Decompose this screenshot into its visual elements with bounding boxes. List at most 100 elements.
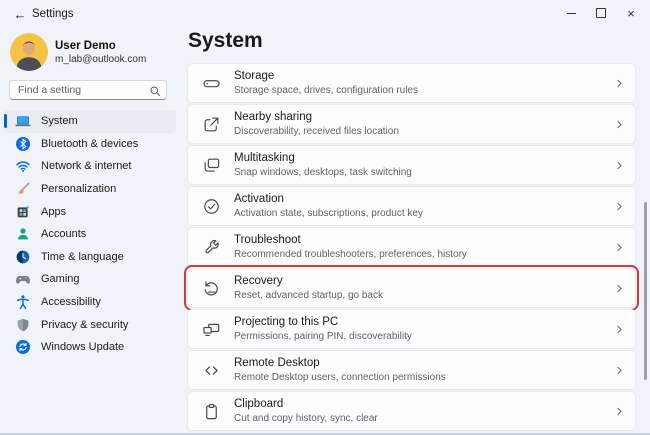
remote-desktop-icon — [201, 361, 221, 380]
settings-row-recovery[interactable]: Recovery Reset, advanced startup, go bac… — [187, 268, 636, 308]
close-button[interactable]: × — [616, 2, 646, 24]
paintbrush-icon — [14, 181, 31, 198]
settings-row-multitasking[interactable]: Multitasking Snap windows, desktops, tas… — [187, 145, 636, 185]
chevron-right-icon — [614, 242, 625, 253]
maximize-button[interactable] — [586, 2, 616, 24]
row-title: Nearby sharing — [234, 111, 399, 123]
row-subtitle: Storage space, drives, configuration rul… — [234, 85, 418, 96]
accessibility-person-icon — [14, 294, 31, 311]
window-controls: × — [556, 2, 646, 24]
row-subtitle: Activation state, subscriptions, product… — [234, 208, 423, 219]
settings-row-activation[interactable]: Activation Activation state, subscriptio… — [187, 186, 636, 226]
row-subtitle: Discoverability, received files location — [234, 126, 399, 137]
sidebar-item-label: Network & internet — [41, 160, 131, 172]
system-icon — [14, 113, 31, 130]
search-icon — [149, 84, 161, 102]
sidebar-item-label: Accessibility — [41, 296, 101, 308]
sidebar-item-label: Windows Update — [41, 341, 124, 353]
shield-icon — [14, 316, 31, 333]
projecting-screens-icon — [201, 320, 221, 339]
chevron-right-icon — [614, 406, 625, 417]
settings-row-troubleshoot[interactable]: Troubleshoot Recommended troubleshooters… — [187, 227, 636, 267]
wrench-icon — [201, 238, 221, 257]
storage-icon — [201, 74, 221, 93]
row-title: Remote Desktop — [234, 357, 446, 369]
settings-row-remote-desktop[interactable]: Remote Desktop Remote Desktop users, con… — [187, 350, 636, 390]
sidebar-item-label: Gaming — [41, 273, 80, 285]
wifi-icon — [14, 158, 31, 175]
search-input[interactable] — [9, 80, 167, 100]
sidebar-nav: System Bluetooth & devices Network & int… — [4, 110, 176, 359]
sidebar-item-label: Personalization — [41, 183, 116, 195]
scrollbar-thumb[interactable] — [644, 202, 647, 380]
sidebar-item-label: Time & language — [41, 251, 124, 263]
avatar[interactable] — [10, 33, 48, 71]
sidebar-item-personalization[interactable]: Personalization — [4, 178, 176, 201]
sidebar-item-time-language[interactable]: Time & language — [4, 246, 176, 269]
row-subtitle: Remote Desktop users, connection permiss… — [234, 372, 446, 383]
chevron-right-icon — [614, 160, 625, 171]
row-subtitle: Cut and copy history, sync, clear — [234, 413, 378, 424]
chevron-right-icon — [614, 119, 625, 130]
sidebar-item-apps[interactable]: Apps — [4, 200, 176, 223]
row-title: Activation — [234, 193, 423, 205]
row-subtitle: Recommended troubleshooters, preferences… — [234, 249, 467, 260]
multitasking-icon — [201, 156, 221, 175]
row-title: Storage — [234, 70, 418, 82]
clock-globe-icon — [14, 248, 31, 265]
sidebar-item-bluetooth-devices[interactable]: Bluetooth & devices — [4, 133, 176, 156]
clipboard-icon — [201, 402, 221, 421]
titlebar: ← Settings × — [0, 0, 650, 28]
back-button[interactable]: ← — [10, 5, 30, 23]
chevron-right-icon — [614, 283, 625, 294]
sidebar-item-gaming[interactable]: Gaming — [4, 268, 176, 291]
update-arrows-icon — [14, 339, 31, 356]
chevron-right-icon — [614, 201, 625, 212]
selection-indicator — [4, 114, 7, 128]
row-subtitle: Snap windows, desktops, task switching — [234, 167, 412, 178]
sidebar-item-privacy-security[interactable]: Privacy & security — [4, 313, 176, 336]
maximize-icon — [596, 8, 606, 18]
activation-icon — [201, 197, 221, 216]
row-title: Recovery — [234, 275, 383, 287]
search-box — [9, 80, 167, 100]
sidebar-item-accounts[interactable]: Accounts — [4, 223, 176, 246]
settings-row-storage[interactable]: Storage Storage space, drives, configura… — [187, 63, 636, 103]
sidebar-item-network-internet[interactable]: Network & internet — [4, 155, 176, 178]
close-icon: × — [627, 7, 635, 20]
sidebar-item-system[interactable]: System — [4, 110, 176, 133]
person-icon — [14, 226, 31, 243]
chevron-right-icon — [614, 78, 625, 89]
row-subtitle: Reset, advanced startup, go back — [234, 290, 383, 301]
sidebar-item-label: Bluetooth & devices — [41, 138, 138, 150]
page-title: System — [188, 29, 263, 53]
chevron-right-icon — [614, 324, 625, 335]
sidebar-item-label: Apps — [41, 206, 66, 218]
settings-list: Storage Storage space, drives, configura… — [187, 63, 636, 432]
settings-window: ← Settings × User Demo m_lab@outlook.com — [0, 0, 650, 435]
user-email: m_lab@outlook.com — [55, 54, 146, 65]
recovery-reset-icon — [201, 279, 221, 298]
chevron-right-icon — [614, 365, 625, 376]
sidebar-item-label: Accounts — [41, 228, 86, 240]
window-title: Settings — [32, 8, 74, 20]
nearby-sharing-icon — [201, 115, 221, 134]
sidebar-item-label: System — [41, 115, 78, 127]
settings-row-clipboard[interactable]: Clipboard Cut and copy history, sync, cl… — [187, 391, 636, 431]
game-controller-icon — [14, 271, 31, 288]
row-title: Troubleshoot — [234, 234, 467, 246]
minimize-icon — [567, 13, 576, 14]
settings-row-nearby-sharing[interactable]: Nearby sharing Discoverability, received… — [187, 104, 636, 144]
sidebar-item-accessibility[interactable]: Accessibility — [4, 291, 176, 314]
row-title: Clipboard — [234, 398, 378, 410]
bluetooth-icon — [14, 135, 31, 152]
user-name: User Demo — [55, 40, 116, 52]
row-subtitle: Permissions, pairing PIN, discoverabilit… — [234, 331, 412, 342]
sidebar-item-label: Privacy & security — [41, 319, 128, 331]
sidebar-item-windows-update[interactable]: Windows Update — [4, 336, 176, 359]
settings-row-projecting[interactable]: Projecting to this PC Permissions, pairi… — [187, 309, 636, 349]
minimize-button[interactable] — [556, 2, 586, 24]
row-title: Projecting to this PC — [234, 316, 412, 328]
row-title: Multitasking — [234, 152, 412, 164]
apps-icon — [14, 203, 31, 220]
